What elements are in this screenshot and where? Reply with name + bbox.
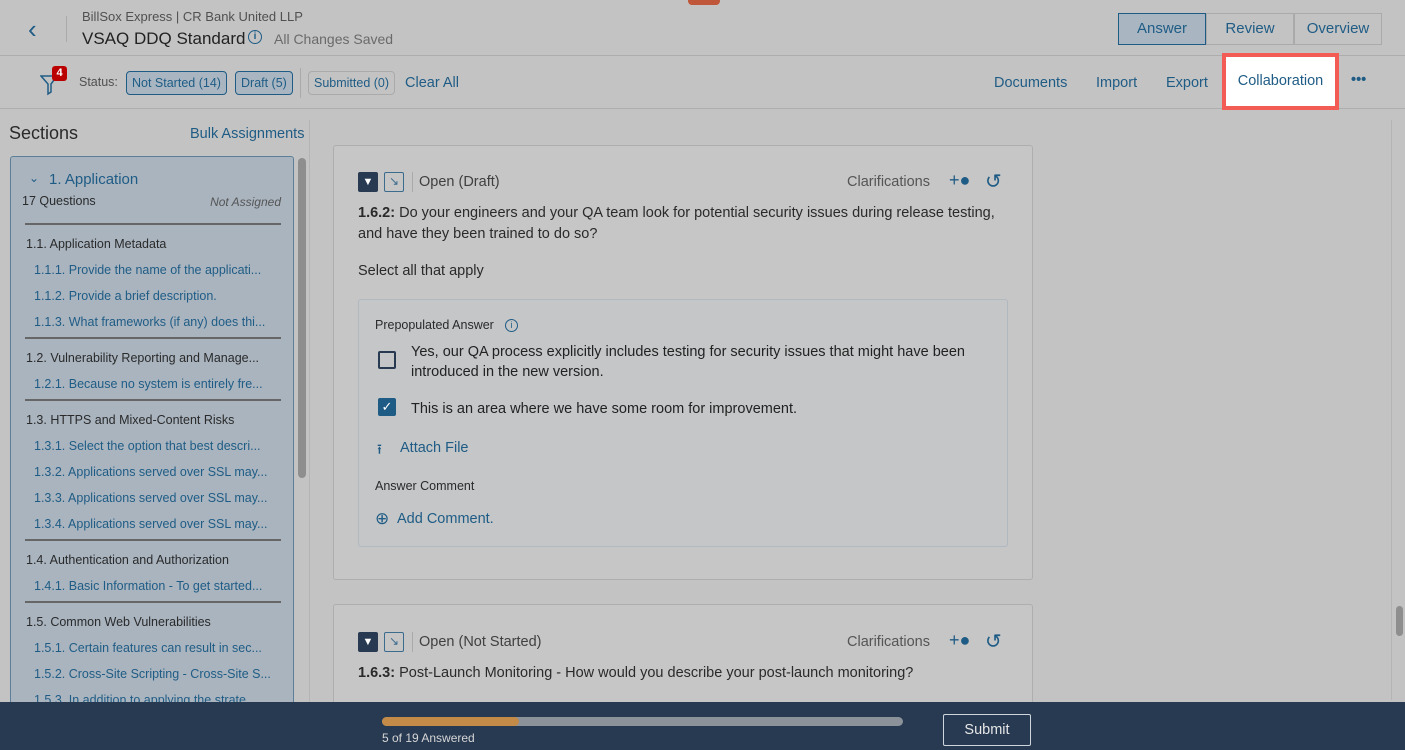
divider	[412, 632, 413, 652]
chip-submitted[interactable]: Submitted (0)	[308, 71, 396, 95]
assign-user-icon[interactable]: +●	[949, 630, 970, 651]
question-text: 1.6.2: Do your engineers and your QA tea…	[358, 205, 995, 242]
history-icon[interactable]: ↺	[985, 169, 1002, 194]
add-comment-link[interactable]: Add Comment.	[397, 511, 494, 527]
question-count: 17 Questions	[22, 194, 96, 208]
submit-button[interactable]: Submit	[943, 714, 1031, 746]
tab-review[interactable]: Review	[1206, 13, 1294, 45]
section-name[interactable]: 1. Application	[49, 171, 138, 188]
section-panel: ⌄ 1. Application 17 Questions Not Assign…	[10, 156, 294, 716]
divider	[66, 16, 67, 42]
main-scrollbar[interactable]	[1396, 606, 1403, 636]
answer-comment-label: Answer Comment	[375, 479, 475, 493]
back-chevron-icon[interactable]: ‹	[28, 14, 37, 45]
collapse-chevron-icon[interactable]: ▼	[358, 172, 378, 192]
progress-bar	[382, 717, 903, 726]
section-divider	[25, 399, 281, 401]
documents-link[interactable]: Documents	[994, 75, 1067, 91]
option-label: Yes, our QA process explicitly includes …	[411, 344, 965, 380]
option-checkbox-2[interactable]: ✓	[378, 398, 396, 416]
answered-count: 5 of 19 Answered	[382, 731, 475, 745]
chip-draft[interactable]: Draft (5)	[235, 71, 293, 95]
divider	[1391, 120, 1392, 700]
save-status: All Changes Saved	[274, 31, 394, 47]
upload-icon[interactable]: ⭱	[377, 439, 382, 463]
progress-fill	[382, 717, 520, 726]
clear-all-link[interactable]: Clear All	[405, 75, 459, 91]
question-text: 1.6.3: Post-Launch Monitoring - How woul…	[358, 665, 914, 681]
subsection-title[interactable]: 1.1. Application Metadata	[26, 237, 166, 251]
subsection-title[interactable]: 1.3. HTTPS and Mixed-Content Risks	[26, 413, 234, 427]
subsection-title[interactable]: 1.2. Vulnerability Reporting and Manage.…	[26, 351, 259, 365]
section-divider	[25, 539, 281, 541]
export-link[interactable]: Export	[1166, 75, 1208, 91]
option-label: This is an area where we have some room …	[411, 401, 798, 417]
attach-file-link[interactable]: Attach File	[400, 440, 469, 456]
bulk-assignments-link[interactable]: Bulk Assignments	[190, 126, 304, 142]
section-divider	[25, 223, 281, 225]
subsection-title[interactable]: 1.5. Common Web Vulnerabilities	[26, 615, 211, 629]
chevron-down-icon[interactable]: ⌄	[29, 171, 39, 185]
assignment-status: Not Assigned	[210, 195, 281, 209]
footer	[0, 702, 1405, 750]
sidebar-question-link[interactable]: 1.3.1. Select the option that best descr…	[34, 439, 261, 453]
sidebar-question-link[interactable]: 1.3.4. Applications served over SSL may.…	[34, 517, 267, 531]
section-divider	[25, 337, 281, 339]
section-divider	[25, 601, 281, 603]
collaboration-link[interactable]: Collaboration	[1222, 53, 1339, 110]
chip-not-started[interactable]: Not Started (14)	[126, 71, 227, 95]
divider	[412, 172, 413, 192]
sidebar-scrollbar[interactable]	[298, 158, 306, 478]
clarifications-link[interactable]: Clarifications	[847, 634, 930, 650]
sidebar-question-link[interactable]: 1.1.1. Provide the name of the applicati…	[34, 263, 261, 277]
expand-icon[interactable]: ↘	[384, 172, 404, 192]
info-icon[interactable]: i	[505, 319, 518, 332]
sidebar-question-link[interactable]: 1.5.1. Certain features can result in se…	[34, 641, 262, 655]
info-icon[interactable]: i	[248, 30, 262, 44]
sidebar-question-link[interactable]: 1.4.1. Basic Information - To get starte…	[34, 579, 262, 593]
sidebar-question-link[interactable]: 1.1.3. What frameworks (if any) does thi…	[34, 315, 265, 329]
collapse-chevron-icon[interactable]: ▼	[358, 632, 378, 652]
status-label: Status:	[79, 75, 118, 89]
filter-count-badge: 4	[52, 66, 67, 81]
answer-box	[358, 299, 1008, 547]
sidebar-question-link[interactable]: 1.2.1. Because no system is entirely fre…	[34, 377, 263, 391]
prepopulated-label: Prepopulated Answer	[375, 318, 494, 332]
sidebar-question-link[interactable]: 1.3.3. Applications served over SSL may.…	[34, 491, 267, 505]
more-options-icon[interactable]: •••	[1351, 72, 1366, 88]
sections-heading: Sections	[9, 123, 79, 143]
question-state: Open (Not Started)	[419, 634, 542, 650]
org-breadcrumb: BillSox Express | CR Bank United LLP	[82, 9, 303, 24]
tab-overview[interactable]: Overview	[1294, 13, 1382, 45]
history-icon[interactable]: ↺	[985, 629, 1002, 654]
subsection-title[interactable]: 1.4. Authentication and Authorization	[26, 553, 229, 567]
divider	[309, 120, 310, 710]
sidebar-question-link[interactable]: 1.3.2. Applications served over SSL may.…	[34, 465, 267, 479]
expand-icon[interactable]: ↘	[384, 632, 404, 652]
instruction: Select all that apply	[358, 263, 484, 279]
tab-answer[interactable]: Answer	[1118, 13, 1206, 45]
option-checkbox-1[interactable]	[378, 351, 396, 369]
add-circle-icon[interactable]: ⊕	[375, 509, 389, 529]
question-state: Open (Draft)	[419, 174, 500, 190]
page-title: VSAQ DDQ Standard	[82, 29, 246, 48]
sidebar-question-link[interactable]: 1.5.2. Cross-Site Scripting - Cross-Site…	[34, 667, 271, 681]
divider	[300, 68, 301, 98]
sidebar-question-link[interactable]: 1.1.2. Provide a brief description.	[34, 289, 217, 303]
assign-user-icon[interactable]: +●	[949, 170, 970, 191]
import-link[interactable]: Import	[1096, 75, 1137, 91]
clarifications-link[interactable]: Clarifications	[847, 174, 930, 190]
